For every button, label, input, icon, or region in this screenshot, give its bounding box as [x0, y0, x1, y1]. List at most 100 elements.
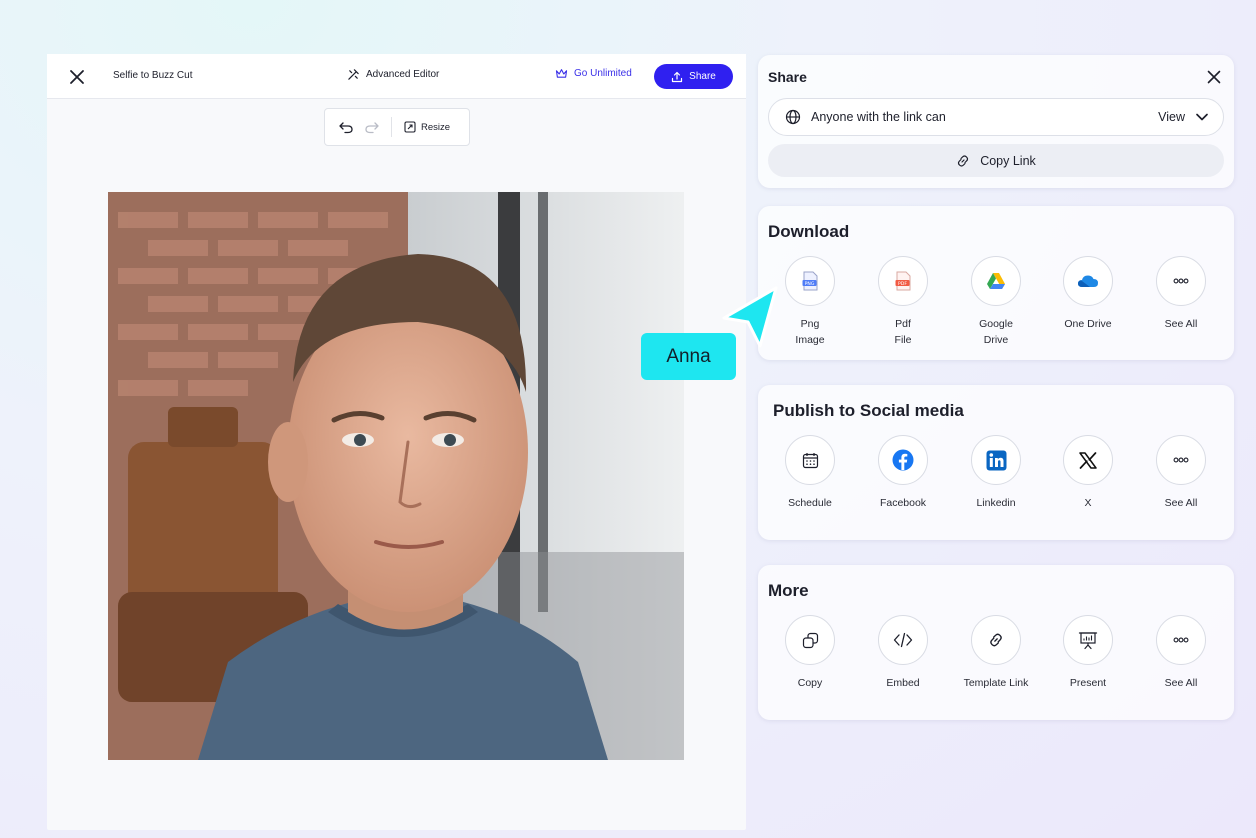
facebook-circle: [878, 435, 928, 485]
download-see-all-label: See All: [1164, 318, 1198, 330]
portrait-illustration: [108, 192, 684, 760]
facebook-option[interactable]: Facebook: [857, 435, 949, 511]
presentation-icon: [1078, 631, 1098, 649]
google-drive-option[interactable]: Google Drive: [950, 256, 1042, 348]
redo-button[interactable]: [363, 118, 381, 136]
code-icon: [893, 632, 913, 648]
download-panel: Download PNG Png Image PDF Pdf File Goog…: [758, 206, 1234, 360]
portrait-photo[interactable]: [108, 192, 684, 760]
download-pdf-option[interactable]: PDF Pdf File: [857, 256, 949, 348]
linkedin-label: Linkedin: [976, 497, 1016, 509]
more-dots-icon: [1173, 278, 1189, 284]
x-label: X: [1084, 497, 1092, 509]
embed-option[interactable]: Embed: [857, 615, 949, 691]
link-permission-dropdown[interactable]: Anyone with the link can View: [768, 98, 1224, 136]
download-png-label: Png Image: [795, 318, 825, 346]
advanced-editor-label: Advanced Editor: [366, 69, 440, 80]
copy-circle: [785, 615, 835, 665]
present-label: Present: [1069, 677, 1107, 689]
schedule-circle: [785, 435, 835, 485]
share-upload-icon: [672, 71, 683, 82]
download-pdf-label: Pdf File: [894, 318, 912, 346]
onedrive-option[interactable]: One Drive: [1042, 256, 1134, 332]
social-see-all-option[interactable]: See All: [1135, 435, 1227, 511]
google-drive-label: Google Drive: [979, 318, 1013, 346]
template-link-circle: [971, 615, 1021, 665]
link-icon: [990, 633, 1002, 647]
social-options: Schedule Facebook Linkedin X See All: [758, 435, 1234, 535]
download-png-circle: PNG: [785, 256, 835, 306]
download-see-all-circle: [1156, 256, 1206, 306]
social-media-title: Publish to Social media: [773, 401, 964, 420]
magic-wand-icon: [348, 69, 359, 80]
x-circle: [1063, 435, 1113, 485]
svg-text:PNG: PNG: [805, 281, 815, 287]
more-dots-icon: [1173, 457, 1189, 463]
share-panel-title: Share: [768, 69, 807, 85]
copy-link-label: Copy Link: [980, 153, 1036, 168]
social-see-all-label: See All: [1164, 497, 1198, 509]
close-icon[interactable]: [67, 67, 87, 87]
download-pdf-circle: PDF: [878, 256, 928, 306]
toolbar-divider: [391, 117, 392, 137]
undo-button[interactable]: [337, 118, 355, 136]
social-media-panel: Publish to Social media Schedule Faceboo…: [758, 385, 1234, 540]
download-title: Download: [768, 222, 850, 241]
collaborator-name: Anna: [666, 345, 711, 367]
go-unlimited-label: Go Unlimited: [574, 68, 632, 79]
collaborator-name-tag: Anna: [641, 333, 736, 380]
more-see-all-label: See All: [1164, 677, 1198, 689]
editor-topbar: Selfie to Buzz Cut Advanced Editor Go Un…: [47, 54, 746, 99]
social-see-all-circle: [1156, 435, 1206, 485]
embed-label: Embed: [886, 677, 920, 689]
close-icon[interactable]: [1206, 69, 1222, 85]
linkedin-icon: [986, 450, 1006, 470]
undo-icon: [339, 122, 353, 134]
go-unlimited-button[interactable]: Go Unlimited: [555, 68, 632, 79]
google-drive-circle: [971, 256, 1021, 306]
canvas-toolbar: Resize: [324, 108, 470, 146]
more-panel: More Copy Embed Template Link Present Se…: [758, 565, 1234, 720]
present-option[interactable]: Present: [1042, 615, 1134, 691]
permission-value: View: [1158, 110, 1185, 124]
linkedin-option[interactable]: Linkedin: [950, 435, 1042, 511]
facebook-label: Facebook: [879, 497, 927, 509]
share-panel: Share Anyone with the link can View Copy…: [758, 55, 1234, 188]
document-title: Selfie to Buzz Cut: [113, 70, 193, 81]
resize-label: Resize: [421, 121, 451, 133]
x-option[interactable]: X: [1042, 435, 1134, 511]
google-drive-icon: [987, 273, 1005, 289]
more-options: Copy Embed Template Link Present See All: [758, 615, 1234, 715]
link-icon: [958, 154, 969, 167]
linkedin-circle: [971, 435, 1021, 485]
redo-icon: [365, 122, 379, 134]
editor-window: Selfie to Buzz Cut Advanced Editor Go Un…: [47, 54, 746, 830]
more-see-all-option[interactable]: See All: [1135, 615, 1227, 691]
copy-label: Copy: [797, 677, 823, 689]
copy-icon: [802, 632, 818, 648]
permission-text: Anyone with the link can: [811, 110, 946, 124]
png-file-icon: PNG: [802, 271, 818, 291]
resize-icon: [404, 121, 416, 133]
present-circle: [1063, 615, 1113, 665]
template-link-label: Template Link: [963, 677, 1029, 689]
more-see-all-circle: [1156, 615, 1206, 665]
more-dots-icon: [1173, 637, 1189, 643]
embed-circle: [878, 615, 928, 665]
download-see-all-option[interactable]: See All: [1135, 256, 1227, 332]
advanced-editor-button[interactable]: Advanced Editor: [347, 68, 439, 81]
schedule-option[interactable]: Schedule: [764, 435, 856, 511]
calendar-icon: [802, 452, 818, 468]
crown-icon: [555, 69, 568, 78]
schedule-label: Schedule: [788, 497, 832, 509]
onedrive-label: One Drive: [1064, 318, 1112, 330]
copy-option[interactable]: Copy: [764, 615, 856, 691]
share-button[interactable]: Share: [654, 64, 733, 89]
template-link-option[interactable]: Template Link: [950, 615, 1042, 691]
share-button-label: Share: [689, 71, 716, 82]
onedrive-circle: [1063, 256, 1113, 306]
resize-button[interactable]: Resize: [404, 121, 450, 133]
more-title: More: [768, 581, 809, 600]
copy-link-button[interactable]: Copy Link: [768, 144, 1224, 177]
x-logo-icon: [1079, 451, 1097, 469]
